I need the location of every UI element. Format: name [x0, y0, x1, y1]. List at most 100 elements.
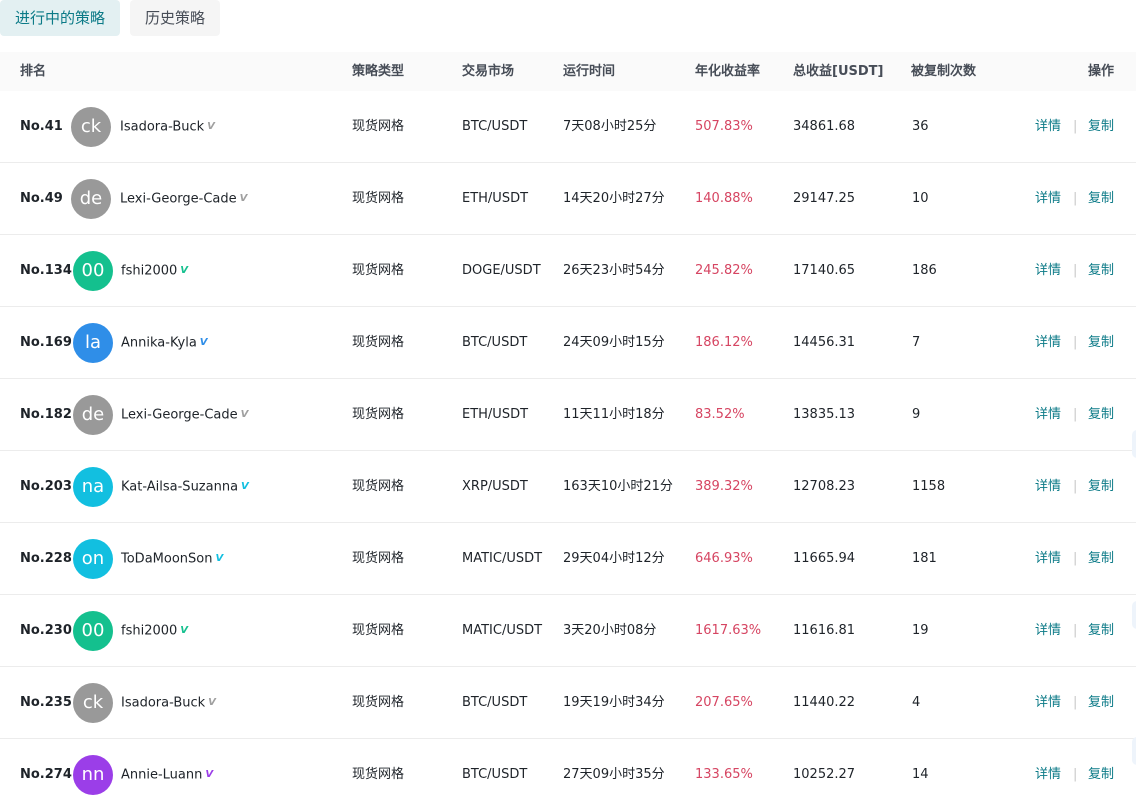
copy-link[interactable]: 复制 [1088, 523, 1114, 595]
user-name[interactable]: fshi2000 [121, 624, 177, 639]
avatar[interactable]: ck [71, 107, 111, 147]
detail-link[interactable]: 详情 [1035, 667, 1061, 739]
user-name-cell[interactable]: Annika-Kyla V [121, 307, 208, 379]
copy-link[interactable]: 复制 [1088, 595, 1114, 667]
action-separator: | [1073, 119, 1078, 134]
user-name[interactable]: Kat-Ailsa-Suzanna [121, 480, 238, 495]
rank-label: No.169 [20, 335, 72, 350]
table-row: No.134 00 fshi2000 V 现货网格 DOGE/USDT 26天23小时54分… [0, 235, 1136, 307]
total-profit: 29147.25 [793, 191, 856, 206]
table-row: No.182 de Lexi-George-Cade V 现货网格 ETH/USDT 11天… [0, 379, 1136, 451]
strategy-type: 现货网格 [352, 263, 405, 278]
runtime: 24天09小时15分 [563, 335, 665, 350]
verified-v-icon: V [199, 337, 208, 348]
header-profit: 总收益[USDT] [793, 64, 884, 79]
header-apy: 年化收益率 [695, 64, 761, 79]
total-profit: 11440.22 [793, 695, 856, 710]
detail-link[interactable]: 详情 [1035, 307, 1061, 379]
avatar[interactable]: de [71, 179, 111, 219]
scroll-edge-decoration [1132, 601, 1136, 629]
copy-link[interactable]: 复制 [1088, 235, 1114, 307]
tab-active-strategies[interactable]: 进行中的策略 [0, 0, 121, 36]
strategy-type: 现货网格 [352, 479, 405, 494]
user-name-cell[interactable]: fshi2000 V [121, 595, 188, 667]
detail-link[interactable]: 详情 [1035, 595, 1061, 667]
avatar[interactable]: 00 [73, 251, 113, 291]
table-row: No.228 on ToDaMoonSon V 现货网格 MATIC/USDT 29天04小… [0, 523, 1136, 595]
strategy-type: 现货网格 [352, 551, 405, 566]
detail-link[interactable]: 详情 [1035, 523, 1061, 595]
avatar[interactable]: nn [73, 755, 113, 795]
tab-history-strategies[interactable]: 历史策略 [130, 0, 221, 36]
strategy-tabs: 进行中的策略 历史策略 [0, 0, 221, 36]
user-name[interactable]: Isadora-Buck [120, 120, 204, 135]
table-row: No.235 ck Isadora-Buck V 现货网格 BTC/USDT 19天19小时… [0, 667, 1136, 739]
user-name[interactable]: Isadora-Buck [121, 696, 205, 711]
rank-label: No.228 [20, 551, 72, 566]
trading-market: BTC/USDT [462, 695, 528, 710]
action-separator: | [1073, 695, 1078, 710]
strategy-type: 现货网格 [352, 767, 405, 782]
user-name[interactable]: Lexi-George-Cade [121, 408, 238, 423]
detail-link[interactable]: 详情 [1035, 163, 1061, 235]
avatar[interactable]: ck [73, 683, 113, 723]
detail-link[interactable]: 详情 [1035, 739, 1061, 805]
copy-count: 9 [912, 407, 921, 422]
user-name[interactable]: Lexi-George-Cade [120, 192, 237, 207]
user-name-cell[interactable]: Isadora-Buck V [120, 91, 215, 163]
user-name[interactable]: ToDaMoonSon [121, 552, 212, 567]
trading-market: XRP/USDT [462, 479, 528, 494]
action-separator: | [1073, 767, 1078, 782]
trading-market: DOGE/USDT [462, 263, 541, 278]
runtime: 29天04小时12分 [563, 551, 665, 566]
strategy-type: 现货网格 [352, 407, 405, 422]
avatar[interactable]: na [73, 467, 113, 507]
runtime: 7天08小时25分 [563, 119, 657, 134]
rank-label: No.203 [20, 479, 72, 494]
user-name-cell[interactable]: ToDaMoonSon V [121, 523, 223, 595]
user-name-cell[interactable]: Lexi-George-Cade V [121, 379, 248, 451]
avatar[interactable]: la [73, 323, 113, 363]
strategy-type: 现货网格 [352, 119, 405, 134]
user-name-cell[interactable]: Kat-Ailsa-Suzanna V [121, 451, 249, 523]
rank-label: No.274 [20, 767, 72, 782]
user-name-cell[interactable]: Annie-Luann V [121, 739, 213, 805]
user-name-cell[interactable]: Isadora-Buck V [121, 667, 216, 739]
runtime: 19天19小时34分 [563, 695, 665, 710]
copy-count: 181 [912, 551, 937, 566]
total-profit: 11616.81 [793, 623, 856, 638]
copy-link[interactable]: 复制 [1088, 451, 1114, 523]
avatar[interactable]: 00 [73, 611, 113, 651]
trading-market: BTC/USDT [462, 119, 528, 134]
action-separator: | [1073, 191, 1078, 206]
runtime: 11天11小时18分 [563, 407, 665, 422]
annualized-return: 83.52% [695, 407, 745, 422]
copy-link[interactable]: 复制 [1088, 739, 1114, 805]
header-actions: 操作 [1088, 64, 1115, 79]
detail-link[interactable]: 详情 [1035, 379, 1061, 451]
verified-v-icon: V [205, 769, 214, 780]
strategy-type: 现货网格 [352, 335, 405, 350]
user-name-cell[interactable]: fshi2000 V [121, 235, 188, 307]
copy-link[interactable]: 复制 [1088, 667, 1114, 739]
detail-link[interactable]: 详情 [1035, 451, 1061, 523]
user-name-cell[interactable]: Lexi-George-Cade V [120, 163, 247, 235]
detail-link[interactable]: 详情 [1035, 235, 1061, 307]
user-name[interactable]: Annie-Luann [121, 768, 202, 783]
copy-link[interactable]: 复制 [1088, 91, 1114, 163]
verified-v-icon: V [208, 697, 216, 708]
strategy-type: 现货网格 [352, 695, 405, 710]
user-name[interactable]: fshi2000 [121, 264, 177, 279]
action-separator: | [1073, 263, 1078, 278]
copy-link[interactable]: 复制 [1088, 163, 1114, 235]
avatar[interactable]: de [73, 395, 113, 435]
copy-count: 14 [912, 767, 929, 782]
copy-link[interactable]: 复制 [1088, 379, 1114, 451]
copy-link[interactable]: 复制 [1088, 307, 1114, 379]
trading-market: BTC/USDT [462, 335, 528, 350]
detail-link[interactable]: 详情 [1035, 91, 1061, 163]
avatar[interactable]: on [73, 539, 113, 579]
user-name[interactable]: Annika-Kyla [121, 336, 197, 351]
copy-count: 7 [912, 335, 921, 350]
copy-count: 10 [912, 191, 929, 206]
